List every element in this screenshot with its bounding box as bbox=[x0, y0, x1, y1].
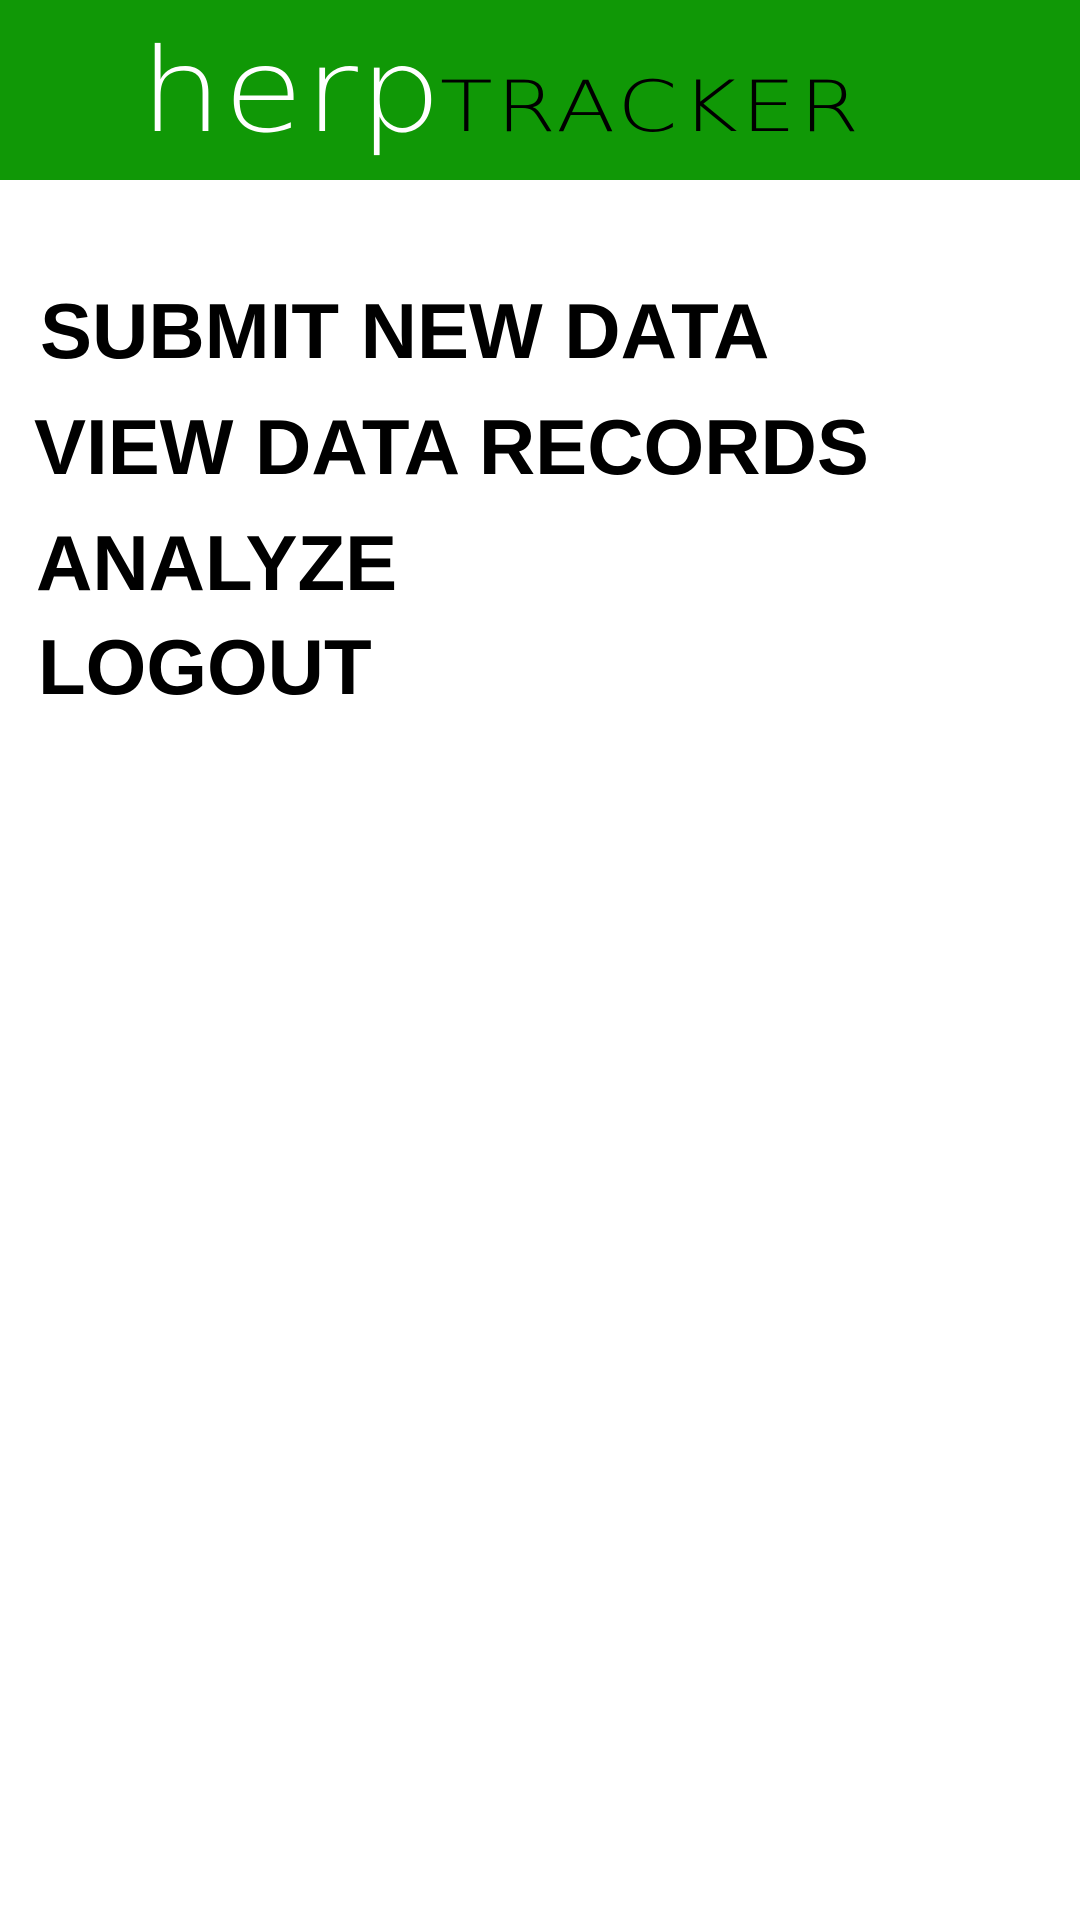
app-logo: herp TRACKER bbox=[140, 34, 940, 150]
menu-item-submit-new-data[interactable]: SUBMIT NEW DATA bbox=[40, 292, 769, 370]
app-header: herp TRACKER bbox=[0, 0, 1080, 180]
menu-item-view-data-records[interactable]: VIEW DATA RECORDS bbox=[34, 408, 869, 486]
logo-tracker-text: TRACKER bbox=[440, 66, 864, 148]
menu-item-logout[interactable]: LOGOUT bbox=[38, 628, 372, 706]
menu-item-analyze[interactable]: ANALYZE bbox=[36, 524, 397, 602]
logo-herp-text: herp bbox=[140, 24, 443, 159]
